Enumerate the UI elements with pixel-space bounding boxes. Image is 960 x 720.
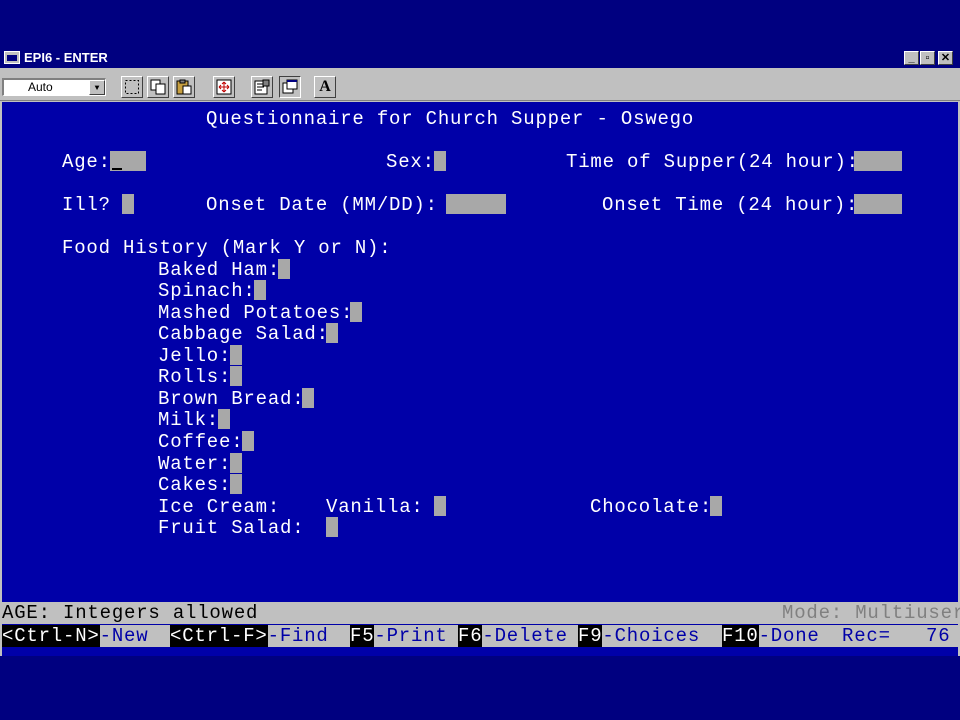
console-screen: Questionnaire for Church Supper - Oswego… xyxy=(2,102,958,656)
background-button[interactable] xyxy=(279,76,301,98)
toolbar: Auto ▼ A xyxy=(0,70,960,101)
record-number: 76 xyxy=(926,625,951,647)
delete-command[interactable]: F6-Delete xyxy=(458,625,568,647)
window-title: EPI6 - ENTER xyxy=(24,50,108,65)
age-label: Age: xyxy=(62,151,111,173)
new-key: <Ctrl-N> xyxy=(2,625,100,647)
record-label: Rec= xyxy=(842,625,891,647)
font-button[interactable]: A xyxy=(314,76,336,98)
restore-button[interactable]: ▫ xyxy=(920,51,935,65)
water-field[interactable] xyxy=(230,453,242,473)
fullscreen-button[interactable] xyxy=(213,76,235,98)
onset-time-label: Onset Time (24 hour): xyxy=(602,194,859,216)
print-key: F5 xyxy=(350,625,375,647)
delete-label: -Delete xyxy=(482,625,568,647)
choices-command[interactable]: F9-Choices xyxy=(578,625,700,647)
brown-bread-field[interactable] xyxy=(302,388,314,408)
mashed-potatoes-label: Mashed Potatoes: xyxy=(158,302,354,324)
chocolate-label: Chocolate: xyxy=(590,496,713,518)
done-key: F10 xyxy=(722,625,759,647)
baked-ham-label: Baked Ham: xyxy=(158,259,281,281)
jello-label: Jello: xyxy=(158,345,232,367)
ill-field[interactable] xyxy=(122,194,134,214)
water-label: Water: xyxy=(158,453,232,475)
status-bar: AGE: Integers allowed Mode: Multiuser xyxy=(0,602,960,624)
milk-field[interactable] xyxy=(218,409,230,429)
choices-key: F9 xyxy=(578,625,603,647)
select-rect-icon xyxy=(125,80,139,94)
spinach-label: Spinach: xyxy=(158,280,256,302)
new-label: -New xyxy=(99,625,149,647)
text-cursor xyxy=(112,168,122,170)
font-size-value: Auto xyxy=(28,80,53,94)
brown-bread-label: Brown Bread: xyxy=(158,388,305,410)
new-command[interactable]: <Ctrl-N>-New xyxy=(2,625,148,647)
onset-time-field[interactable] xyxy=(854,194,902,214)
mark-button[interactable] xyxy=(121,76,143,98)
presentation-background-top xyxy=(0,0,960,48)
copy-button[interactable] xyxy=(147,76,169,98)
close-button[interactable]: ✕ xyxy=(938,51,953,65)
baked-ham-field[interactable] xyxy=(278,259,290,279)
form-title: Questionnaire for Church Supper - Oswego xyxy=(206,108,695,130)
onset-date-field[interactable] xyxy=(446,194,506,214)
choices-label: -Choices xyxy=(602,625,701,647)
app-icon xyxy=(4,51,20,64)
chocolate-field[interactable] xyxy=(710,496,722,516)
find-key: <Ctrl-F> xyxy=(170,625,268,647)
font-size-select[interactable]: Auto ▼ xyxy=(2,78,106,96)
done-label: -Done xyxy=(758,625,820,647)
field-help-text: AGE: Integers allowed xyxy=(2,602,259,624)
function-key-bar: <Ctrl-N>-New <Ctrl-F>-Find F5-Print F6-D… xyxy=(0,625,958,647)
fruit-salad-field[interactable] xyxy=(326,517,338,537)
delete-key: F6 xyxy=(458,625,483,647)
find-label: -Find xyxy=(267,625,329,647)
epi6-window: EPI6 - ENTER _ ▫ ✕ Auto ▼ A Questionnair… xyxy=(0,48,960,656)
cakes-field[interactable] xyxy=(230,474,242,494)
print-command[interactable]: F5-Print xyxy=(350,625,448,647)
coffee-label: Coffee: xyxy=(158,431,244,453)
rolls-field[interactable] xyxy=(230,366,242,386)
mode-indicator: Mode: Multiuser xyxy=(782,602,960,624)
title-bar: EPI6 - ENTER _ ▫ ✕ xyxy=(0,48,960,68)
mashed-potatoes-field[interactable] xyxy=(350,302,362,322)
copy-icon xyxy=(150,79,166,95)
paste-icon xyxy=(176,79,192,95)
properties-icon xyxy=(254,79,270,95)
sex-label: Sex: xyxy=(386,151,435,173)
food-history-label: Food History (Mark Y or N): xyxy=(62,237,392,259)
cabbage-salad-field[interactable] xyxy=(326,323,338,343)
vanilla-label: Vanilla: xyxy=(326,496,424,518)
jello-field[interactable] xyxy=(230,345,242,365)
presentation-background-bottom xyxy=(0,656,960,720)
milk-label: Milk: xyxy=(158,409,220,431)
ill-label: Ill? xyxy=(62,194,111,216)
sex-field[interactable] xyxy=(434,151,446,171)
windows-icon xyxy=(282,79,298,94)
fruit-salad-label: Fruit Salad: xyxy=(158,517,305,539)
rolls-label: Rolls: xyxy=(158,366,232,388)
supper-time-field[interactable] xyxy=(854,151,902,171)
done-command[interactable]: F10-Done xyxy=(722,625,820,647)
cakes-label: Cakes: xyxy=(158,474,232,496)
find-command[interactable]: <Ctrl-F>-Find xyxy=(170,625,329,647)
coffee-field[interactable] xyxy=(242,431,254,451)
onset-date-label: Onset Date (MM/DD): xyxy=(206,194,438,216)
print-label: -Print xyxy=(374,625,448,647)
supper-time-label: Time of Supper(24 hour): xyxy=(566,151,859,173)
chevron-down-icon[interactable]: ▼ xyxy=(89,80,105,95)
cabbage-salad-label: Cabbage Salad: xyxy=(158,323,329,345)
properties-button[interactable] xyxy=(251,76,273,98)
ice-cream-label: Ice Cream: xyxy=(158,496,281,518)
minimize-button[interactable]: _ xyxy=(904,51,919,65)
spinach-field[interactable] xyxy=(254,280,266,300)
paste-button[interactable] xyxy=(173,76,195,98)
vanilla-field[interactable] xyxy=(434,496,446,516)
fullscreen-icon xyxy=(216,79,232,95)
